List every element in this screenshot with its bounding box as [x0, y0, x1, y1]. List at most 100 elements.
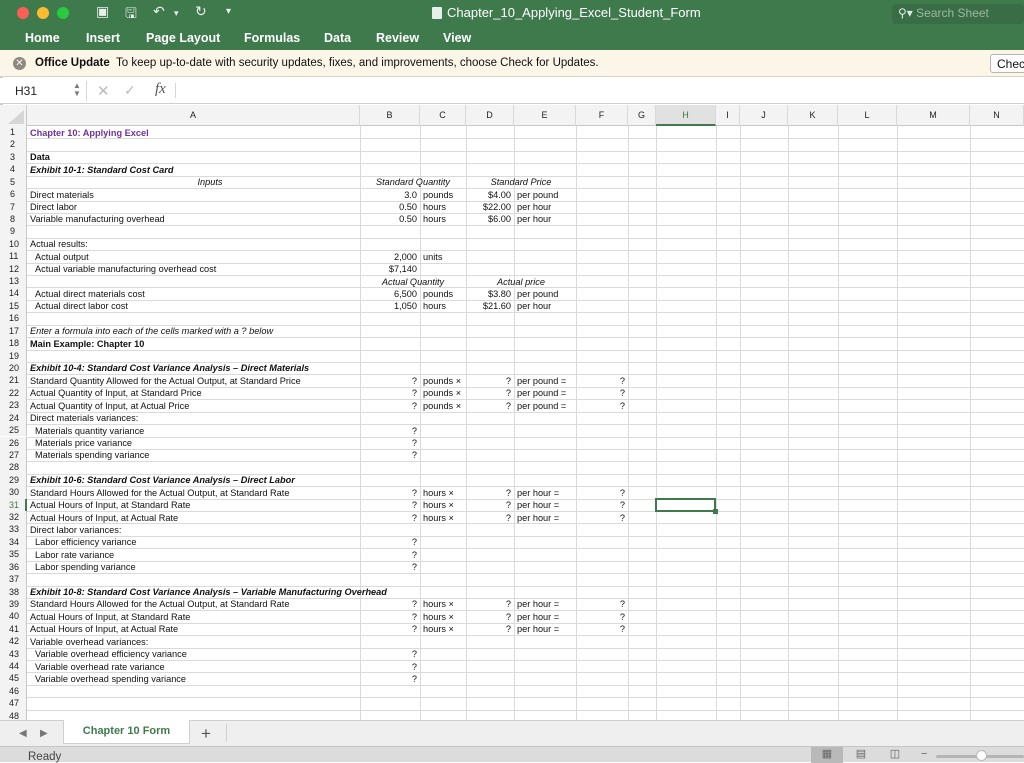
row-header-37[interactable]: 37	[0, 573, 27, 586]
cell-a42[interactable]: Variable overhead variances:	[30, 636, 357, 648]
cell-b15[interactable]: 1,050	[363, 300, 417, 312]
cell-a31[interactable]: Actual Hours of Input, at Standard Rate	[30, 499, 357, 511]
cell-f21[interactable]: ?	[579, 375, 625, 387]
cell-a33[interactable]: Direct labor variances:	[30, 524, 357, 536]
cell-f39[interactable]: ?	[579, 598, 625, 610]
cell-b40[interactable]: ?	[363, 611, 417, 623]
cell-b21[interactable]: ?	[363, 375, 417, 387]
cell-d22[interactable]: ?	[469, 387, 511, 399]
cell-bc13[interactable]: Actual Quantity	[363, 276, 463, 288]
column-header-f[interactable]: F	[576, 105, 628, 126]
row-header-32[interactable]: 32	[0, 511, 27, 524]
fill-handle[interactable]	[713, 509, 718, 515]
row-header-6[interactable]: 6	[0, 188, 27, 201]
column-header-i[interactable]: I	[716, 105, 740, 126]
cell-b23[interactable]: ?	[363, 400, 417, 412]
cell-d41[interactable]: ?	[469, 623, 511, 635]
cell-d39[interactable]: ?	[469, 598, 511, 610]
add-sheet-button[interactable]: +	[201, 724, 211, 744]
cell-c7[interactable]: hours	[423, 201, 463, 213]
cell-de5[interactable]: Standard Price	[469, 176, 573, 188]
column-header-e[interactable]: E	[514, 105, 576, 126]
row-header-44[interactable]: 44	[0, 660, 27, 673]
cell-c8[interactable]: hours	[423, 213, 463, 225]
row-header-42[interactable]: 42	[0, 635, 27, 648]
column-header-h[interactable]: H	[656, 105, 716, 126]
row-header-35[interactable]: 35	[0, 548, 27, 561]
cell-d14[interactable]: $3.80	[469, 288, 511, 300]
row-header-34[interactable]: 34	[0, 535, 27, 549]
cell-e7[interactable]: per hour	[517, 201, 573, 213]
column-header-d[interactable]: D	[466, 105, 514, 126]
cell-e39[interactable]: per hour =	[517, 598, 573, 610]
cell-a26[interactable]: Materials price variance	[35, 437, 362, 449]
zoom-slider-handle[interactable]	[976, 750, 987, 761]
row-header-1[interactable]: 1	[0, 126, 27, 139]
cell-a5[interactable]: Inputs	[180, 176, 240, 188]
column-header-k[interactable]: K	[788, 105, 838, 126]
cell-c21[interactable]: pounds ×	[423, 375, 463, 387]
minimize-window-button[interactable]	[37, 7, 49, 19]
cell-b30[interactable]: ?	[363, 487, 417, 499]
cell-a14[interactable]: Actual direct materials cost	[35, 288, 362, 300]
cell-e31[interactable]: per hour =	[517, 499, 573, 511]
name-box-stepper-icon[interactable]: ▲ ▼	[73, 82, 81, 98]
cell-a29[interactable]: Exhibit 10-6: Standard Cost Variance Ana…	[30, 474, 357, 486]
cell-f23[interactable]: ?	[579, 400, 625, 412]
cell-b34[interactable]: ?	[363, 536, 417, 548]
cell-b26[interactable]: ?	[363, 437, 417, 449]
row-header-43[interactable]: 43	[0, 647, 27, 661]
insert-function-icon[interactable]: fx	[155, 81, 166, 98]
cell-a36[interactable]: Labor spending variance	[35, 561, 362, 573]
row-header-3[interactable]: 3	[0, 150, 27, 164]
cell-a21[interactable]: Standard Quantity Allowed for the Actual…	[30, 375, 357, 387]
row-header-41[interactable]: 41	[0, 622, 27, 636]
formula-input[interactable]	[182, 81, 1012, 101]
search-sheet-input[interactable]: ⚲▾ Search Sheet	[892, 4, 1024, 24]
dismiss-update-icon[interactable]: ✕	[13, 57, 26, 70]
cell-b27[interactable]: ?	[363, 449, 417, 461]
tab-review[interactable]: Review	[376, 28, 419, 45]
cell-a15[interactable]: Actual direct labor cost	[35, 300, 362, 312]
select-all-corner[interactable]	[0, 105, 27, 126]
cell-d40[interactable]: ?	[469, 611, 511, 623]
row-header-9[interactable]: 9	[0, 225, 27, 238]
cell-e22[interactable]: per pound =	[517, 387, 573, 399]
tab-home[interactable]: Home	[25, 28, 60, 45]
cell-d6[interactable]: $4.00	[469, 189, 511, 201]
cell-e32[interactable]: per hour =	[517, 512, 573, 524]
cell-d21[interactable]: ?	[469, 375, 511, 387]
cell-d8[interactable]: $6.00	[469, 213, 511, 225]
cell-d7[interactable]: $22.00	[469, 201, 511, 213]
undo-dropdown-icon[interactable]: ▾	[174, 8, 179, 19]
cell-a39[interactable]: Standard Hours Allowed for the Actual Ou…	[30, 598, 357, 610]
cell-b39[interactable]: ?	[363, 598, 417, 610]
row-header-45[interactable]: 45	[0, 672, 27, 685]
column-header-b[interactable]: B	[360, 105, 420, 126]
cell-c39[interactable]: hours ×	[423, 598, 463, 610]
cell-f30[interactable]: ?	[579, 487, 625, 499]
row-header-14[interactable]: 14	[0, 287, 27, 300]
row-header-12[interactable]: 12	[0, 262, 27, 276]
cell-e21[interactable]: per pound =	[517, 375, 573, 387]
tab-insert[interactable]: Insert	[86, 28, 120, 45]
tab-data[interactable]: Data	[324, 28, 351, 45]
customize-dropdown-icon[interactable]: ▾	[226, 6, 231, 17]
previous-sheet-icon[interactable]: ◀	[19, 728, 27, 739]
cell-b35[interactable]: ?	[363, 549, 417, 561]
cell-a11[interactable]: Actual output	[35, 251, 362, 263]
cell-f22[interactable]: ?	[579, 387, 625, 399]
cell-e30[interactable]: per hour =	[517, 487, 573, 499]
worksheet-grid[interactable]: ABCDEFGHIJKLMN 1 2 3 4 5 6 7 8 9 10 11 12 13 14 15 16 17…	[0, 105, 1024, 720]
cell-b12[interactable]: $7,140	[363, 263, 417, 275]
cell-a22[interactable]: Actual Quantity of Input, at Standard Pr…	[30, 387, 357, 399]
next-sheet-icon[interactable]: ▶	[40, 728, 48, 739]
undo-icon[interactable]: ↶	[153, 3, 165, 20]
cell-a24[interactable]: Direct materials variances:	[30, 412, 357, 424]
row-header-25[interactable]: 25	[0, 424, 27, 437]
cell-a40[interactable]: Actual Hours of Input, at Standard Rate	[30, 611, 357, 623]
cell-c15[interactable]: hours	[423, 300, 463, 312]
row-header-8[interactable]: 8	[0, 212, 27, 226]
row-header-10[interactable]: 10	[0, 237, 27, 251]
cell-b14[interactable]: 6,500	[363, 288, 417, 300]
